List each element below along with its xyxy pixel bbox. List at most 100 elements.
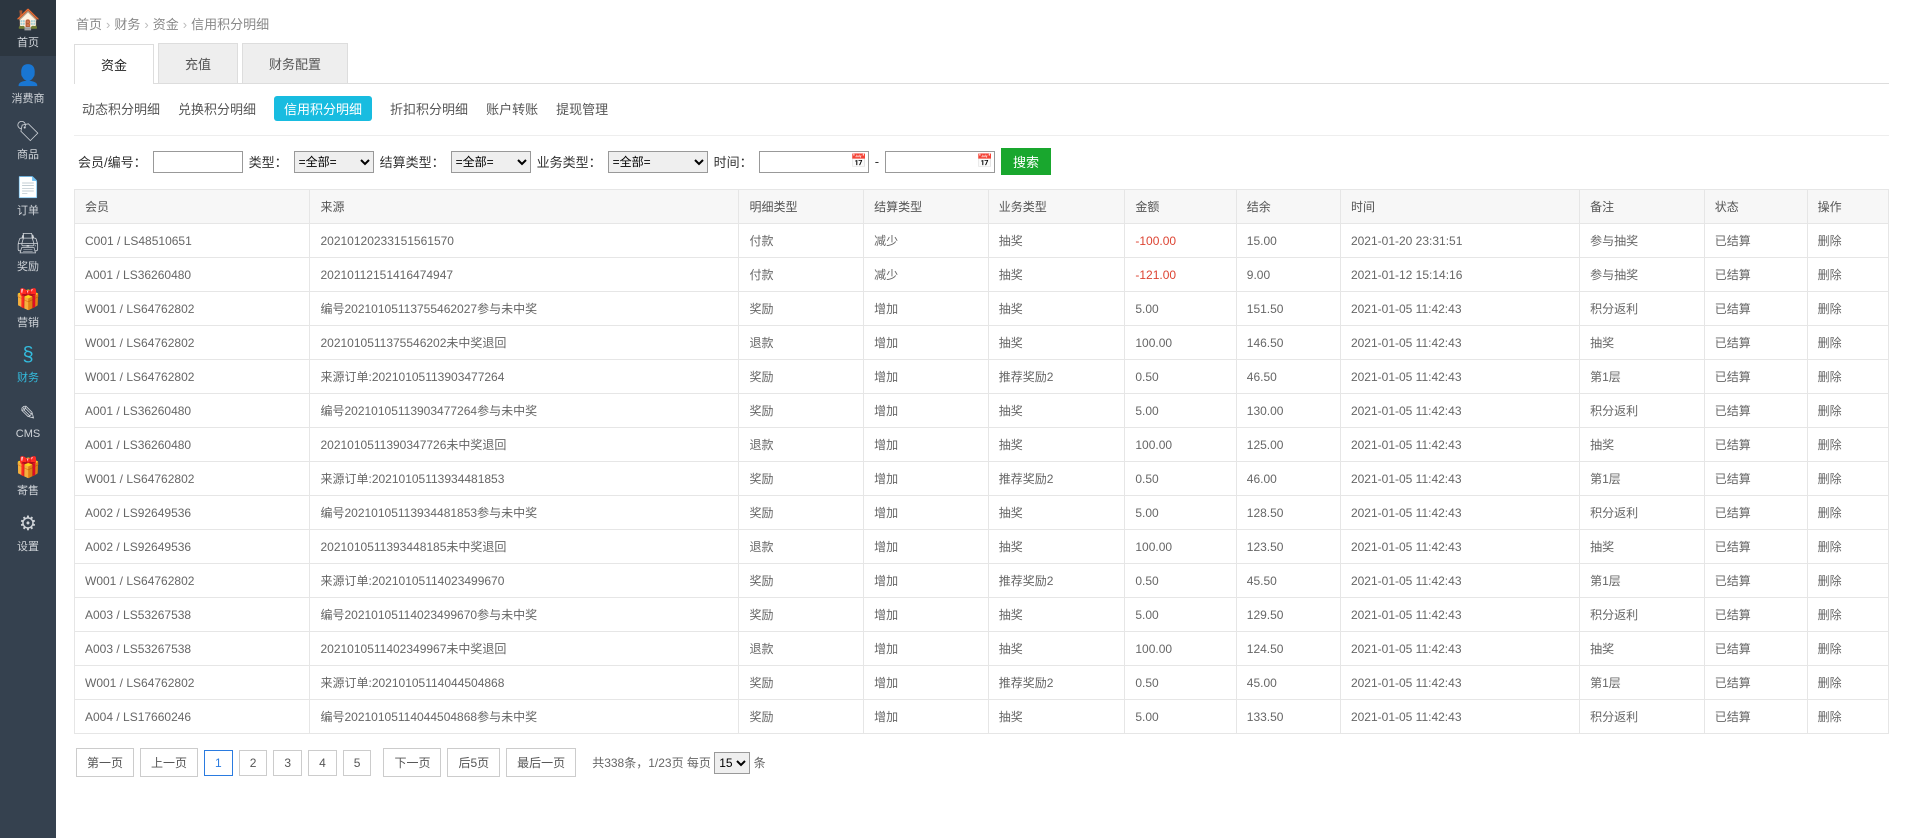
col-header: 时间 xyxy=(1340,190,1579,224)
sidebar-settings-icon: ⚙ xyxy=(19,511,37,536)
cell[interactable]: 删除 xyxy=(1807,462,1888,496)
cell[interactable]: 删除 xyxy=(1807,496,1888,530)
cell[interactable]: 删除 xyxy=(1807,666,1888,700)
sidebar-settings[interactable]: ⚙设置 xyxy=(0,504,56,560)
cell: 已结算 xyxy=(1704,462,1807,496)
sidebar-marketing-icon: 🎁 xyxy=(16,287,41,312)
biz-label: 业务类型： xyxy=(537,152,602,171)
sidebar-product[interactable]: 🏷商品 xyxy=(0,112,56,168)
subtab-信用积分明细[interactable]: 信用积分明细 xyxy=(274,96,372,121)
cell: 抽奖 xyxy=(988,258,1125,292)
sidebar-finance[interactable]: §财务 xyxy=(0,336,56,392)
date-to-input[interactable] xyxy=(885,151,995,173)
cell[interactable]: 删除 xyxy=(1807,394,1888,428)
date-from-input[interactable] xyxy=(759,151,869,173)
cell: 增加 xyxy=(864,598,989,632)
cell[interactable]: 删除 xyxy=(1807,530,1888,564)
cell: 45.50 xyxy=(1236,564,1340,598)
sidebar-marketing[interactable]: 🎁 营销 xyxy=(0,280,56,336)
cell: 抽奖 xyxy=(988,700,1125,734)
cell: 参与抽奖 xyxy=(1580,224,1705,258)
cell[interactable]: 删除 xyxy=(1807,360,1888,394)
subtab-兑换积分明细[interactable]: 兑换积分明细 xyxy=(178,99,256,118)
cell[interactable]: 删除 xyxy=(1807,292,1888,326)
sidebar-home[interactable]: 🏠首页 xyxy=(0,0,56,56)
page-first[interactable]: 第一页 xyxy=(76,748,134,777)
breadcrumb-item[interactable]: 资金 xyxy=(153,17,179,32)
table-row: A003 / LS532675382021010511402349967未中奖退… xyxy=(75,632,1889,666)
cell: 来源订单:20210105113903477264 xyxy=(310,360,739,394)
cell[interactable]: 删除 xyxy=(1807,326,1888,360)
subtab-账户转账[interactable]: 账户转账 xyxy=(486,99,538,118)
cell: 100.00 xyxy=(1125,428,1236,462)
cell: 2021-01-05 11:42:43 xyxy=(1340,326,1579,360)
sidebar-cms[interactable]: ✎CMS xyxy=(0,392,56,448)
sidebar-item-label: 营销 xyxy=(17,314,39,330)
page-number[interactable]: 5 xyxy=(343,750,372,776)
cell: A002 / LS92649536 xyxy=(75,496,310,530)
cell[interactable]: 删除 xyxy=(1807,700,1888,734)
cell[interactable]: 删除 xyxy=(1807,632,1888,666)
page-next5[interactable]: 后5页 xyxy=(447,748,500,777)
breadcrumb-item[interactable]: 首页 xyxy=(76,17,102,32)
breadcrumb-item[interactable]: 信用积分明细 xyxy=(191,17,269,32)
cell[interactable]: 删除 xyxy=(1807,428,1888,462)
cell: 抽奖 xyxy=(1580,428,1705,462)
cell: 减少 xyxy=(864,258,989,292)
cell[interactable]: 删除 xyxy=(1807,258,1888,292)
cell: 积分返利 xyxy=(1580,700,1705,734)
per-page-select[interactable]: 15 xyxy=(714,752,750,774)
sidebar-item-label: 奖励 xyxy=(17,258,39,274)
cell: 2021010511375546202未中奖退回 xyxy=(310,326,739,360)
cell: C001 / LS48510651 xyxy=(75,224,310,258)
cell: 100.00 xyxy=(1125,530,1236,564)
page-number[interactable]: 1 xyxy=(204,750,233,776)
page-prev[interactable]: 上一页 xyxy=(140,748,198,777)
cell: 20210120233151561570 xyxy=(310,224,739,258)
cell: 抽奖 xyxy=(988,632,1125,666)
cell: 退款 xyxy=(739,530,864,564)
type-label: 类型： xyxy=(249,152,288,171)
settle-select[interactable]: =全部= xyxy=(451,151,531,173)
tab-财务配置[interactable]: 财务配置 xyxy=(242,43,348,83)
sidebar-consign[interactable]: 🎁寄售 xyxy=(0,448,56,504)
page-next[interactable]: 下一页 xyxy=(383,748,441,777)
cell: 0.50 xyxy=(1125,666,1236,700)
search-button[interactable]: 搜索 xyxy=(1001,148,1051,175)
sidebar-consumer[interactable]: 👤消费商 xyxy=(0,56,56,112)
cell: 推荐奖励2 xyxy=(988,462,1125,496)
page-number[interactable]: 3 xyxy=(273,750,302,776)
page-number[interactable]: 4 xyxy=(308,750,337,776)
type-select[interactable]: =全部= xyxy=(294,151,374,173)
sidebar-reward[interactable]: 🖨奖励 xyxy=(0,224,56,280)
filter-bar: 会员/编号： 类型： =全部= 结算类型： =全部= 业务类型： =全部= 时间… xyxy=(74,136,1889,189)
biz-select[interactable]: =全部= xyxy=(608,151,708,173)
subtab-折扣积分明细[interactable]: 折扣积分明细 xyxy=(390,99,468,118)
subtab-动态积分明细[interactable]: 动态积分明细 xyxy=(82,99,160,118)
member-input[interactable] xyxy=(153,151,243,173)
table-row: A001 / LS362604802021010511390347726未中奖退… xyxy=(75,428,1889,462)
cell: 增加 xyxy=(864,394,989,428)
cell: 付款 xyxy=(739,258,864,292)
cell: 0.50 xyxy=(1125,564,1236,598)
cell: 推荐奖励2 xyxy=(988,360,1125,394)
page-number[interactable]: 2 xyxy=(239,750,268,776)
tab-资金[interactable]: 资金 xyxy=(74,44,154,84)
page-last[interactable]: 最后一页 xyxy=(506,748,576,777)
sidebar-item-label: 寄售 xyxy=(17,482,39,498)
tab-充值[interactable]: 充值 xyxy=(158,43,238,83)
cell[interactable]: 删除 xyxy=(1807,224,1888,258)
cell: 5.00 xyxy=(1125,700,1236,734)
cell[interactable]: 删除 xyxy=(1807,598,1888,632)
table-row: A004 / LS17660246编号20210105114044504868参… xyxy=(75,700,1889,734)
breadcrumb-item[interactable]: 财务 xyxy=(114,17,140,32)
sidebar-order[interactable]: 📄订单 xyxy=(0,168,56,224)
cell[interactable]: 删除 xyxy=(1807,564,1888,598)
cell: 已结算 xyxy=(1704,258,1807,292)
sidebar-order-icon: 📄 xyxy=(16,175,41,200)
cell: 奖励 xyxy=(739,462,864,496)
cell: 退款 xyxy=(739,326,864,360)
breadcrumb-sep: › xyxy=(183,17,187,32)
cell: 增加 xyxy=(864,530,989,564)
subtab-提现管理[interactable]: 提现管理 xyxy=(556,99,608,118)
